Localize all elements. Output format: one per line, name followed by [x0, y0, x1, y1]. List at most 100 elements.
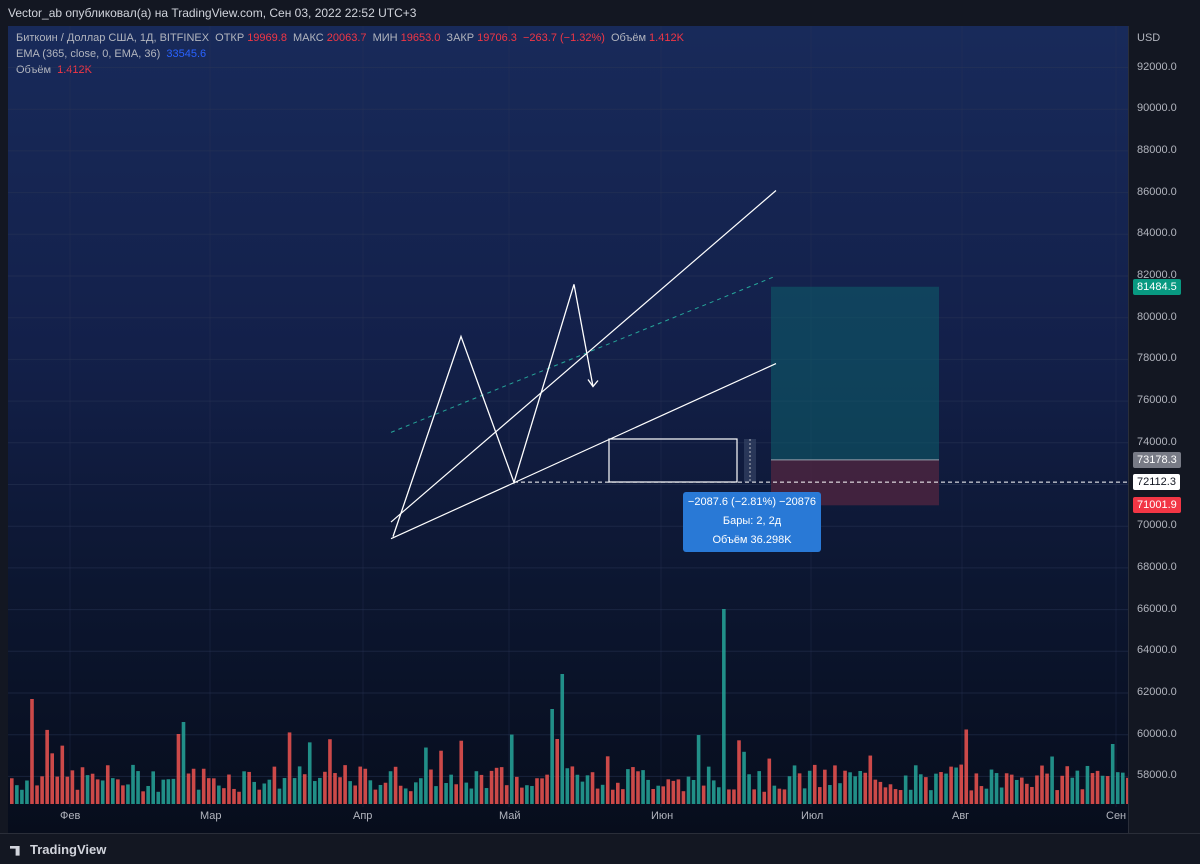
volume-bar [686, 776, 691, 804]
volume-bar [802, 788, 807, 804]
volume-bar [762, 791, 767, 804]
price-scale[interactable]: USD 92000.0 90000.0 88000.0 86000.0 84000.0 8… [1128, 26, 1200, 833]
volume-bar [722, 609, 726, 804]
volume-bar [969, 790, 974, 804]
volume-bar [893, 789, 898, 804]
volume-bar [494, 767, 499, 804]
volume-bar [797, 773, 802, 804]
volume-bar [671, 780, 676, 804]
volume-bar [358, 766, 363, 804]
price-tick-label: 80000.0 [1137, 310, 1177, 323]
volume-bar [454, 784, 458, 804]
volume-bar [853, 776, 857, 804]
volume-bar [848, 772, 852, 804]
price-tick-label: 68000.0 [1137, 560, 1177, 573]
volume-bar [580, 781, 585, 804]
volume-bar [363, 768, 368, 804]
measure-rectangle [608, 438, 738, 483]
volume-bar [403, 788, 408, 804]
volume-bar [944, 773, 948, 804]
volume-bar [792, 765, 797, 804]
volume-bar [45, 729, 49, 804]
volume-bar [585, 775, 590, 804]
price-tick-label: 76000.0 [1137, 394, 1177, 407]
volume-bar [600, 784, 605, 804]
volume-bar [459, 740, 464, 804]
volume-bar [636, 771, 640, 804]
volume-bar [196, 789, 201, 804]
volume-bar [787, 776, 792, 804]
stop-price-tag: 71001.9 [1133, 497, 1181, 514]
volume-bar [954, 767, 958, 804]
volume-bar [348, 781, 352, 804]
volume-bar [55, 776, 60, 804]
price-tick-label: 62000.0 [1137, 686, 1177, 698]
volume-bar [1100, 775, 1105, 804]
volume-bar [919, 774, 923, 804]
target-price-tag: 81484.5 [1133, 278, 1181, 295]
volume-bar [479, 774, 484, 804]
volume-bar [616, 782, 620, 804]
volume-bar [408, 791, 413, 804]
volume-bar [237, 791, 241, 804]
volume-bar [1014, 779, 1019, 804]
volume-bar [247, 771, 251, 804]
volume-bar [903, 775, 908, 804]
volume-bar [257, 789, 262, 804]
volume-bar [313, 781, 317, 804]
volume-bar [732, 789, 736, 804]
volume-bar [696, 735, 701, 804]
volume-bar [414, 782, 418, 804]
volume-bar [1020, 777, 1024, 804]
volume-bar [181, 722, 186, 804]
volume-bar [1095, 770, 1100, 804]
volume-bar [10, 778, 14, 804]
volume-bar [1075, 770, 1080, 804]
volume-bar [166, 779, 171, 804]
volume-bar [818, 787, 822, 804]
volume-bar [535, 778, 539, 804]
volume-bar [757, 771, 761, 804]
volume-bar [328, 739, 332, 804]
volume-bar [70, 770, 75, 804]
volume-bar [641, 770, 645, 804]
volume-bar [651, 789, 655, 804]
volume-bar [287, 732, 292, 804]
volume-bar [111, 778, 115, 804]
footer-bar: TradingView [0, 833, 1200, 864]
volume-bar [515, 776, 519, 804]
volume-bar [828, 785, 832, 804]
volume-bar [989, 769, 994, 804]
volume-bar [1055, 790, 1059, 804]
tradingview-logo[interactable]: TradingView [10, 842, 106, 857]
volume-bar [277, 788, 282, 804]
volume-bar [489, 770, 494, 804]
volume-bar [1110, 744, 1115, 804]
volume-bar [575, 774, 580, 804]
volume-bar [206, 778, 211, 804]
volume-bar [570, 766, 575, 804]
volume-bar [1115, 772, 1120, 804]
volume-bar [898, 790, 903, 804]
volume-bar [449, 774, 453, 804]
volume-bar [484, 788, 489, 804]
volume-bar [924, 777, 928, 804]
volume-bar [701, 785, 706, 804]
volume-bar [1004, 773, 1009, 804]
volume-bar [1045, 773, 1049, 804]
volume-bar [429, 769, 433, 804]
price-tick-label: 84000.0 [1137, 227, 1177, 240]
time-tick-label: Июл [801, 810, 824, 822]
volume-bar [812, 764, 817, 804]
volume-bar [691, 779, 696, 804]
volume-bar [525, 785, 529, 804]
volume-bar [752, 789, 756, 804]
volume-bar [116, 779, 120, 804]
logo-text: TradingView [30, 842, 107, 857]
volume-bar [949, 766, 953, 804]
price-tick-label: 86000.0 [1137, 185, 1177, 198]
volume-bar [1009, 774, 1014, 804]
volume-bar [217, 785, 221, 804]
volume-bar [126, 784, 130, 804]
volume-bar [974, 773, 979, 804]
